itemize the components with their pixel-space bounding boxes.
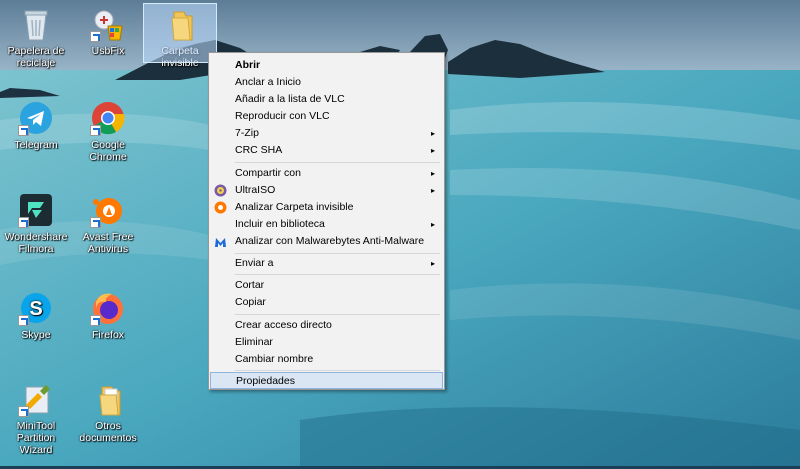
submenu-arrow-icon: ▸ [430, 129, 435, 138]
shortcut-arrow-icon [18, 217, 29, 228]
telegram-icon [18, 100, 54, 136]
menu-item-label: Anclar a Inicio [235, 76, 301, 88]
shortcut-arrow-icon [90, 217, 101, 228]
desktop[interactable]: Papelera de reciclaje UsbFix Carpeta inv… [0, 0, 800, 469]
firefox-icon [90, 290, 126, 326]
shortcut-arrow-icon [18, 125, 29, 136]
desktop-icon-label: Avast Free Antivirus [82, 231, 134, 255]
shortcut-arrow-icon [90, 315, 101, 326]
menu-item-label: Copiar [235, 296, 266, 308]
menu-item-cortar[interactable]: Cortar [209, 277, 444, 294]
menu-item-label: Abrir [235, 59, 261, 71]
desktop-icon-label: UsbFix [91, 45, 125, 57]
menu-item-label: UltraISO [235, 184, 276, 196]
submenu-arrow-icon: ▸ [430, 146, 435, 155]
shortcut-arrow-icon [90, 125, 101, 136]
menu-item-label: Eliminar [235, 336, 273, 348]
desktop-icon-skype[interactable]: S Skype [0, 290, 72, 341]
filmora-icon [18, 192, 54, 228]
menu-separator [235, 162, 440, 163]
submenu-arrow-icon: ▸ [430, 169, 435, 178]
menu-item-label: Cambiar nombre [235, 353, 314, 365]
menu-item-analizar-carpeta[interactable]: Analizar Carpeta invisible [209, 199, 444, 216]
menu-item-eliminar[interactable]: Eliminar [209, 334, 444, 351]
desktop-icon-usbfix[interactable]: UsbFix [72, 6, 144, 57]
shortcut-arrow-icon [18, 315, 29, 326]
menu-item-cambiar-nombre[interactable]: Cambiar nombre [209, 351, 444, 368]
desktop-icon-label: Otros documentos [79, 420, 137, 444]
menu-separator [235, 274, 440, 275]
menu-item-label: Añadir a la lista de VLC [235, 93, 345, 105]
usbfix-icon [90, 6, 126, 42]
shortcut-arrow-icon [18, 406, 29, 417]
menu-item-label: 7-Zip [235, 127, 259, 139]
submenu-arrow-icon: ▸ [430, 259, 435, 268]
menu-item-ultraiso[interactable]: UltraISO ▸ [209, 182, 444, 199]
desktop-icon-label: Firefox [91, 329, 125, 341]
shortcut-arrow-icon [90, 31, 101, 42]
menu-item-label: Compartir con [235, 167, 301, 179]
desktop-icon-wondershare-filmora[interactable]: Wondershare Filmora [0, 192, 72, 255]
menu-separator [235, 253, 440, 254]
menu-item-abrir[interactable]: Abrir [209, 57, 444, 74]
desktop-icon-google-chrome[interactable]: Google Chrome [72, 100, 144, 163]
desktop-icon-label: Google Chrome [89, 139, 127, 163]
desktop-icon-carpeta-invisible[interactable]: Carpeta invisible [143, 3, 217, 69]
menu-item-label: Cortar [235, 279, 265, 291]
menu-item-label: Incluir en biblioteca [235, 218, 325, 230]
menu-item-incluir-biblioteca[interactable]: Incluir en biblioteca ▸ [209, 216, 444, 233]
context-menu: Abrir Anclar a Inicio Añadir a la lista … [208, 52, 445, 390]
desktop-icon-label: MiniTool Partition Wizard [16, 420, 56, 456]
desktop-icon-avast[interactable]: Avast Free Antivirus [72, 192, 144, 255]
folder-icon [90, 381, 126, 417]
menu-item-crc-sha[interactable]: CRC SHA ▸ [209, 142, 444, 159]
folder-icon [162, 6, 198, 42]
desktop-icon-otros-documentos[interactable]: Otros documentos [72, 381, 144, 444]
malwarebytes-icon [214, 235, 227, 248]
menu-item-compartir-con[interactable]: Compartir con ▸ [209, 165, 444, 182]
menu-item-anclar-a-inicio[interactable]: Anclar a Inicio [209, 74, 444, 91]
menu-item-label: Crear acceso directo [235, 319, 332, 331]
chrome-icon [90, 100, 126, 136]
desktop-icon-minitool[interactable]: MiniTool Partition Wizard [0, 381, 72, 456]
desktop-icon-label: Skype [21, 329, 51, 341]
menu-item-copiar[interactable]: Copiar [209, 294, 444, 311]
svg-text:S: S [29, 298, 42, 320]
skype-icon: S [18, 290, 54, 326]
menu-item-label: Reproducir con VLC [235, 110, 330, 122]
desktop-icon-telegram[interactable]: Telegram [0, 100, 72, 151]
menu-item-label: Propiedades [236, 375, 295, 387]
desktop-icon-recycle-bin[interactable]: Papelera de reciclaje [0, 6, 72, 69]
menu-item-anadir-lista-vlc[interactable]: Añadir a la lista de VLC [209, 91, 444, 108]
minitool-icon [18, 381, 54, 417]
menu-item-malwarebytes[interactable]: Analizar con Malwarebytes Anti-Malware [209, 233, 444, 250]
menu-item-label: Analizar Carpeta invisible [235, 201, 354, 213]
menu-separator [235, 370, 440, 371]
menu-separator [235, 314, 440, 315]
avast-icon [214, 201, 227, 214]
menu-item-reproducir-vlc[interactable]: Reproducir con VLC [209, 108, 444, 125]
avast-icon [90, 192, 126, 228]
menu-item-label: Analizar con Malwarebytes Anti-Malware [235, 235, 425, 247]
ultraiso-icon [214, 184, 227, 197]
desktop-icon-label: Telegram [14, 139, 58, 151]
menu-item-7zip[interactable]: 7-Zip ▸ [209, 125, 444, 142]
menu-item-propiedades[interactable]: Propiedades [210, 372, 443, 389]
submenu-arrow-icon: ▸ [430, 220, 435, 229]
menu-item-label: CRC SHA [235, 144, 283, 156]
submenu-arrow-icon: ▸ [430, 186, 435, 195]
desktop-icon-label: Papelera de reciclaje [7, 45, 65, 69]
menu-item-crear-acceso-directo[interactable]: Crear acceso directo [209, 317, 444, 334]
recycle-bin-icon [18, 6, 54, 42]
desktop-icon-label: Wondershare Filmora [4, 231, 68, 255]
menu-item-label: Enviar a [235, 257, 274, 269]
menu-item-enviar-a[interactable]: Enviar a ▸ [209, 255, 444, 272]
desktop-icon-firefox[interactable]: Firefox [72, 290, 144, 341]
